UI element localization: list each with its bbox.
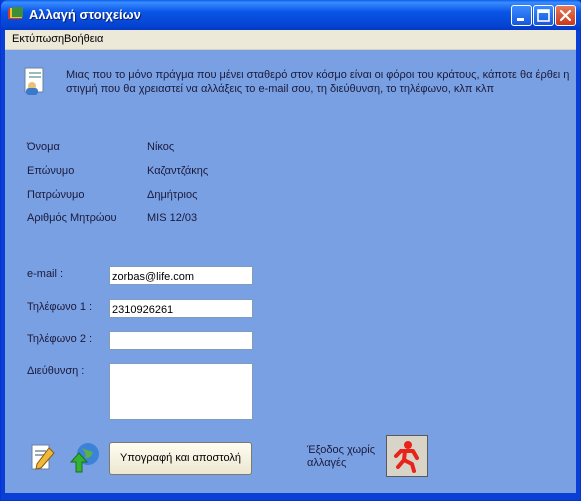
first-name-value: Νίκος <box>147 141 175 153</box>
contact-card-icon <box>24 67 44 95</box>
title-bar[interactable]: Αλλαγή στοιχείων <box>1 0 581 30</box>
globe-upload-icon[interactable] <box>69 440 101 474</box>
address-label: Διεύθυνση : <box>27 365 85 377</box>
minimize-button[interactable] <box>511 5 532 26</box>
address-field[interactable] <box>109 363 253 420</box>
email-label: e-mail : <box>27 268 64 280</box>
registry-number-label: Αριθμός Μητρώου <box>27 212 117 224</box>
phone1-field[interactable] <box>109 299 253 318</box>
maximize-icon <box>537 9 550 22</box>
phone2-label: Τηλέφωνο 2 : <box>27 333 93 345</box>
app-icon <box>8 7 23 19</box>
menu-print[interactable]: Εκτύπωση <box>12 33 64 45</box>
last-name-label: Επώνυμο <box>27 165 75 177</box>
window-title: Αλλαγή στοιχείων <box>29 7 141 22</box>
close-button[interactable] <box>555 5 576 26</box>
fathers-name-label: Πατρώνυμο <box>27 189 85 201</box>
form-panel: Μιας που το μόνο πράγμα που μένει σταθερ… <box>5 50 576 493</box>
first-name-label: Όνομα <box>27 141 60 153</box>
app-window: Αλλαγή στοιχείων Εκτύπωση Βοήθεια Μιας π… <box>0 0 581 501</box>
menu-help[interactable]: Βοήθεια <box>64 33 103 45</box>
exit-without-changes-button[interactable] <box>386 435 428 477</box>
info-text: Μιας που το μόνο πράγμα που μένει σταθερ… <box>66 69 570 95</box>
exit-without-changes-label: Έξοδος χωρίς αλλαγές <box>307 444 376 469</box>
document-pencil-icon[interactable] <box>27 442 57 474</box>
menu-bar: Εκτύπωση Βοήθεια <box>5 30 576 50</box>
maximize-button[interactable] <box>533 5 554 26</box>
email-field[interactable] <box>109 266 253 285</box>
phone1-label: Τηλέφωνο 1 : <box>27 301 93 313</box>
fathers-name-value: Δημήτριος <box>147 189 198 201</box>
running-man-icon <box>394 441 419 473</box>
registry-number-value: MIS 12/03 <box>147 212 198 224</box>
close-icon <box>559 9 572 22</box>
phone2-field[interactable] <box>109 331 253 350</box>
sign-and-send-button[interactable]: Υπογραφή και αποστολή <box>109 442 252 475</box>
minimize-icon <box>517 18 524 21</box>
last-name-value: Καζαντζάκης <box>147 165 209 177</box>
